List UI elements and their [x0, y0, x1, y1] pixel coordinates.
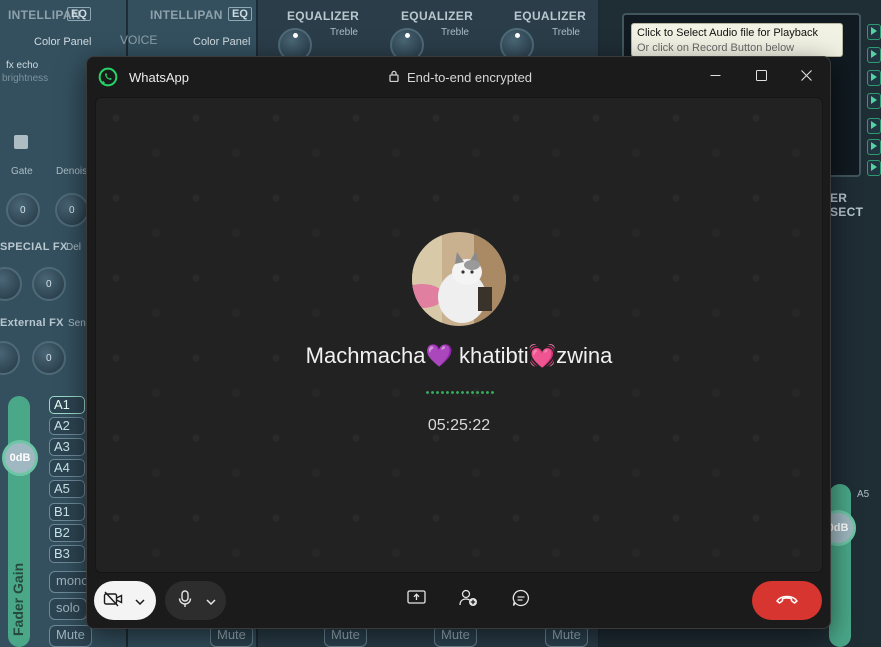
voice-label: VOICE	[120, 33, 158, 47]
denoiser-value: 0	[69, 205, 75, 216]
add-person-icon	[458, 589, 478, 612]
sen-label: Sen	[68, 318, 86, 329]
microphone-icon	[178, 589, 192, 613]
route-a1-button[interactable]: A1	[49, 396, 85, 414]
end-call-button[interactable]	[752, 581, 822, 620]
treble-label-1: Treble	[330, 27, 358, 38]
close-button[interactable]	[784, 63, 828, 91]
share-screen-icon	[406, 590, 426, 610]
whatsapp-call-window: WhatsApp End-to-end encrypted Machmacha💜…	[86, 56, 831, 629]
tooltip-line-1: Click to Select Audio file for Playback	[637, 27, 818, 39]
special-fx-value: 0	[46, 279, 52, 290]
playback-tooltip: Click to Select Audio file for Playback …	[631, 23, 843, 57]
chat-icon	[512, 589, 530, 612]
minimize-icon	[710, 68, 721, 86]
contact-name: Machmacha💜 khatibti💓zwina	[305, 343, 613, 368]
route-b3-button[interactable]: B3	[49, 545, 85, 563]
play-button-3[interactable]	[867, 70, 881, 86]
equalizer-label-3: EQUALIZER	[514, 9, 587, 23]
play-button-1[interactable]	[867, 24, 881, 40]
gate-value: 0	[20, 205, 26, 216]
denoiser-label: Denois	[56, 166, 88, 177]
maximize-icon	[755, 68, 767, 86]
title-bar: WhatsApp End-to-end encrypted	[87, 57, 830, 97]
intellipan-handle[interactable]	[14, 135, 28, 149]
calling-indicator	[425, 391, 495, 394]
camera-options-button[interactable]	[132, 593, 148, 609]
route-a2-button[interactable]: A2	[49, 417, 85, 435]
encryption-label: End-to-end encrypted	[407, 70, 533, 85]
camera-toggle-group	[94, 581, 156, 620]
camera-off-icon	[103, 591, 123, 612]
equalizer-label-1: EQUALIZER	[287, 9, 360, 23]
end-call-icon	[775, 592, 799, 610]
play-button-6[interactable]	[867, 139, 881, 155]
eq-button[interactable]: EQ	[67, 7, 91, 21]
contact-avatar[interactable]	[412, 232, 506, 326]
call-stage: Machmacha💜 khatibti💓zwina 05:25:22	[95, 97, 823, 573]
external-fx-value: 0	[46, 353, 52, 364]
add-participant-button[interactable]	[455, 588, 481, 612]
maximize-button[interactable]	[739, 63, 783, 91]
route-a3-button[interactable]: A3	[49, 438, 85, 456]
equalizer-label-2: EQUALIZER	[401, 9, 474, 23]
eq-button-2[interactable]: EQ	[228, 7, 252, 21]
a5-label: A5	[857, 489, 870, 500]
route-b2-button[interactable]: B2	[49, 524, 85, 542]
whatsapp-logo-icon	[98, 67, 118, 87]
external-fx-label: External FX	[0, 317, 64, 329]
chevron-down-icon	[135, 592, 145, 610]
encryption-status: End-to-end encrypted	[389, 70, 532, 85]
treble-label-2: Treble	[441, 27, 469, 38]
play-button-5[interactable]	[867, 118, 881, 134]
color-panel-label-2: Color Panel	[193, 36, 251, 48]
lock-icon	[389, 70, 399, 85]
app-title: WhatsApp	[129, 70, 189, 85]
route-a4-button[interactable]: A4	[49, 459, 85, 477]
fx-echo-label: fx echo	[6, 60, 39, 71]
intellipan-label-2: INTELLIPAN	[150, 8, 223, 22]
share-screen-button[interactable]	[403, 589, 429, 611]
microphone-toggle-group	[165, 581, 226, 620]
chevron-down-icon	[206, 592, 216, 610]
delay-label: Del	[66, 242, 82, 253]
minimize-button[interactable]	[693, 63, 737, 91]
open-chat-button[interactable]	[508, 588, 534, 612]
fader-knob-left[interactable]: 0dB	[2, 440, 38, 476]
solo-button[interactable]: solo	[49, 598, 87, 620]
play-button-7[interactable]	[867, 160, 881, 176]
play-button-4[interactable]	[867, 93, 881, 109]
microphone-options-button[interactable]	[203, 593, 219, 609]
gate-label: Gate	[11, 166, 33, 177]
mute-button[interactable]: Mute	[49, 625, 92, 647]
route-b1-button[interactable]: B1	[49, 503, 85, 521]
brightness-label: brightness	[2, 73, 49, 84]
fader-gain-label: Fader Gain	[10, 562, 26, 636]
play-button-2[interactable]	[867, 47, 881, 63]
microphone-toggle-button[interactable]	[175, 589, 195, 613]
treble-label-3: Treble	[552, 27, 580, 38]
special-fx-label: SPECIAL FX	[0, 241, 68, 253]
close-icon	[800, 68, 812, 86]
call-timer: 05:25:22	[427, 417, 491, 434]
route-a5-button[interactable]: A5	[49, 480, 85, 498]
call-controls	[87, 571, 830, 628]
fader-track-right[interactable]	[829, 484, 851, 647]
color-panel-label: Color Panel	[34, 36, 92, 48]
camera-toggle-button[interactable]	[102, 590, 124, 612]
tooltip-line-2: Or click on Record Button below	[637, 42, 795, 54]
master-section-label: ER SECT	[830, 191, 864, 219]
